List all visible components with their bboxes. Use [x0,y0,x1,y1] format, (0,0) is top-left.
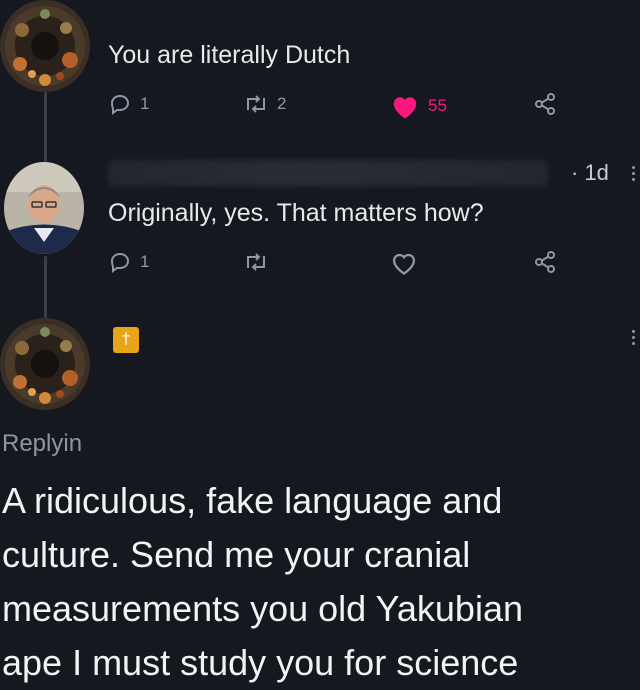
retweet-count: 2 [277,94,287,113]
tweet-3-text: A ridiculous, fake language and culture.… [2,474,638,690]
avatar-user-2[interactable] [4,162,84,254]
tweet-2-time: · 1d [571,160,609,185]
heart-icon [393,97,417,119]
tweet-2-text: Originally, yes. That matters how? [108,199,484,227]
share-icon [535,93,555,115]
tweet-2-actions: 1 [108,250,568,280]
heart-icon [392,253,416,275]
tweet-3-line-3: measurements you old Yakubian [2,588,523,629]
tweet-3-line-2: culture. Send me your cranial [2,534,471,575]
retweet-button[interactable] [243,250,269,274]
avatar-wreath-1[interactable] [0,0,90,92]
retweet-button[interactable]: 2 [243,92,286,116]
reply-icon [110,252,130,273]
more-options-icon[interactable] [632,166,638,181]
like-count: 55 [428,96,447,115]
reply-button[interactable]: 1 [108,92,149,116]
share-icon [535,251,555,273]
thread-line-2 [44,256,47,318]
cross-emoji-icon: † [113,327,139,353]
tweet-3-line-1: A ridiculous, fake language and [2,480,503,521]
share-button[interactable] [533,250,557,274]
reply-count: 1 [140,252,150,271]
reply-count: 1 [140,94,150,113]
blurred-author-name [108,160,548,186]
retweet-icon [247,95,265,113]
thread-line-1 [44,92,47,162]
share-button[interactable] [533,92,557,116]
reply-button[interactable]: 1 [108,250,149,274]
tweet-1-actions: 1 2 55 [108,92,568,122]
reply-icon [110,94,130,115]
retweet-icon [247,253,265,271]
tweet-3-line-4: ape I must study you for science [2,642,519,683]
more-options-icon[interactable] [632,330,638,345]
like-button[interactable]: 55 [390,92,447,120]
tweet-1-text: You are literally Dutch [108,41,351,69]
like-button[interactable] [390,250,418,276]
avatar-wreath-3[interactable] [0,318,90,410]
replying-to-label: Replyin [2,430,83,457]
